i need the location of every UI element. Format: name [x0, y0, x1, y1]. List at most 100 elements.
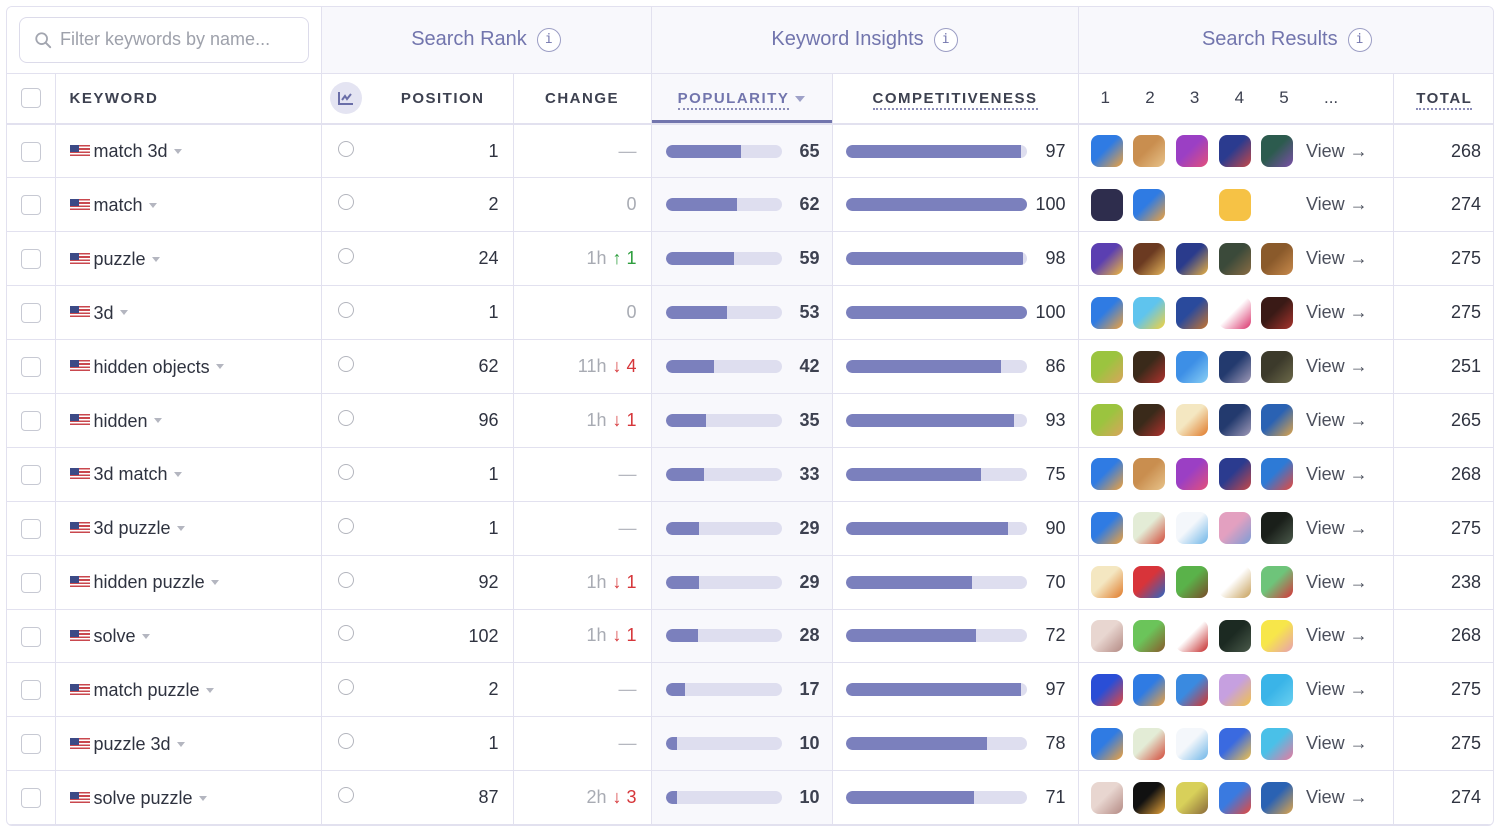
app-icon[interactable]	[1261, 781, 1294, 814]
view-results-link[interactable]: View →	[1306, 518, 1368, 538]
app-icon[interactable]	[1133, 566, 1166, 599]
app-icon[interactable]	[1218, 512, 1251, 545]
keyword-row[interactable]: hidden objects 62 11h ↓ 4 42 86 View → 25…	[7, 339, 1493, 394]
app-icon[interactable]	[1133, 512, 1166, 545]
app-icon[interactable]	[1218, 296, 1251, 329]
row-checkbox[interactable]	[20, 626, 41, 647]
info-icon[interactable]: i	[933, 27, 958, 52]
column-position[interactable]: POSITION	[371, 73, 514, 125]
view-results-link[interactable]: View →	[1306, 141, 1368, 161]
app-icon[interactable]	[1261, 188, 1294, 221]
keyword-dropdown-icon[interactable]	[176, 741, 185, 747]
view-results-link[interactable]: View →	[1306, 733, 1368, 753]
keyword-dropdown-icon[interactable]	[148, 202, 157, 208]
app-icon[interactable]	[1218, 566, 1251, 599]
app-icon[interactable]	[1133, 350, 1166, 383]
row-checkbox[interactable]	[20, 788, 41, 809]
app-icon[interactable]	[1218, 619, 1251, 652]
app-icon[interactable]	[1090, 619, 1123, 652]
app-icon[interactable]	[1175, 188, 1208, 221]
app-icon[interactable]	[1090, 404, 1123, 437]
app-icon[interactable]	[1175, 566, 1208, 599]
app-icon[interactable]	[1218, 242, 1251, 275]
track-radio[interactable]	[338, 140, 355, 157]
keyword-dropdown-icon[interactable]	[173, 149, 182, 155]
track-radio[interactable]	[338, 194, 355, 211]
app-icon[interactable]	[1175, 458, 1208, 491]
app-icon[interactable]	[1175, 404, 1208, 437]
app-icon[interactable]	[1090, 242, 1123, 275]
track-radio[interactable]	[338, 302, 355, 319]
column-keyword[interactable]: KEYWORD	[55, 73, 322, 125]
app-icon[interactable]	[1175, 135, 1208, 168]
track-radio[interactable]	[338, 356, 355, 372]
keyword-text[interactable]: match puzzle	[94, 680, 200, 700]
keyword-text[interactable]: match 3d	[94, 141, 168, 161]
view-results-link[interactable]: View →	[1306, 194, 1368, 214]
track-radio[interactable]	[338, 248, 355, 265]
keyword-row[interactable]: 3d puzzle 1 — 29 90 View → 275	[7, 501, 1493, 556]
app-icon[interactable]	[1175, 242, 1208, 275]
track-radio[interactable]	[338, 571, 355, 588]
app-icon[interactable]	[1090, 781, 1123, 814]
keyword-text[interactable]: 3d match	[94, 464, 168, 484]
app-icon[interactable]	[1133, 242, 1166, 275]
app-icon[interactable]	[1175, 296, 1208, 329]
row-checkbox[interactable]	[20, 411, 41, 432]
keyword-text[interactable]: solve	[94, 626, 136, 646]
keyword-row[interactable]: 3d match 1 — 33 75 View → 268	[7, 447, 1493, 502]
app-icon[interactable]	[1218, 781, 1251, 814]
app-icon[interactable]	[1218, 350, 1251, 383]
app-icon[interactable]	[1133, 296, 1166, 329]
row-checkbox[interactable]	[20, 249, 41, 270]
view-results-link[interactable]: View →	[1306, 464, 1368, 484]
row-checkbox[interactable]	[20, 357, 41, 378]
app-icon[interactable]	[1090, 135, 1123, 168]
app-icon[interactable]	[1261, 296, 1294, 329]
app-icon[interactable]	[1090, 727, 1123, 760]
keyword-filter-input[interactable]	[60, 29, 294, 51]
track-radio[interactable]	[338, 679, 355, 696]
keyword-dropdown-icon[interactable]	[119, 310, 128, 316]
keyword-dropdown-icon[interactable]	[153, 418, 162, 424]
app-icon[interactable]	[1261, 135, 1294, 168]
column-competitiveness[interactable]: COMPETITIVENESS	[832, 73, 1079, 125]
keyword-row[interactable]: hidden puzzle 92 1h ↓ 1 29 70 View → 238	[7, 555, 1493, 610]
app-icon[interactable]	[1218, 727, 1251, 760]
keyword-row[interactable]: hidden 96 1h ↓ 1 35 93 View → 265	[7, 393, 1493, 448]
app-icon[interactable]	[1133, 404, 1166, 437]
app-icon[interactable]	[1261, 242, 1294, 275]
keyword-row[interactable]: match puzzle 2 — 17 97 View → 275	[7, 662, 1493, 718]
keyword-text[interactable]: puzzle	[94, 249, 146, 269]
keyword-row[interactable]: puzzle 24 1h ↑ 1 59 98 View → 275	[7, 231, 1493, 287]
app-icon[interactable]	[1175, 512, 1208, 545]
app-icon[interactable]	[1175, 781, 1208, 814]
keyword-dropdown-icon[interactable]	[173, 472, 182, 478]
info-icon[interactable]: i	[536, 27, 561, 52]
app-icon[interactable]	[1175, 350, 1208, 383]
app-icon[interactable]	[1090, 350, 1123, 383]
app-icon[interactable]	[1218, 188, 1251, 221]
column-total[interactable]: TOTAL	[1393, 73, 1493, 125]
keyword-text[interactable]: solve puzzle	[94, 788, 193, 808]
app-icon[interactable]	[1261, 404, 1294, 437]
view-results-link[interactable]: View →	[1306, 679, 1368, 699]
app-icon[interactable]	[1218, 404, 1251, 437]
keyword-row[interactable]: puzzle 3d 1 — 10 78 View → 275	[7, 716, 1493, 772]
track-radio[interactable]	[338, 517, 355, 534]
keyword-text[interactable]: puzzle 3d	[94, 734, 171, 754]
info-icon[interactable]: i	[1347, 27, 1372, 52]
keyword-dropdown-icon[interactable]	[210, 579, 219, 585]
app-icon[interactable]	[1261, 673, 1294, 706]
row-checkbox[interactable]	[20, 572, 41, 593]
row-checkbox[interactable]	[20, 141, 41, 162]
track-radio[interactable]	[338, 787, 355, 804]
keyword-dropdown-icon[interactable]	[198, 795, 207, 801]
app-icon[interactable]	[1133, 135, 1166, 168]
app-icon[interactable]	[1090, 673, 1123, 706]
track-radio[interactable]	[338, 625, 355, 642]
app-icon[interactable]	[1218, 673, 1251, 706]
row-checkbox[interactable]	[20, 518, 41, 539]
select-all-checkbox[interactable]	[20, 88, 41, 109]
app-icon[interactable]	[1133, 673, 1166, 706]
